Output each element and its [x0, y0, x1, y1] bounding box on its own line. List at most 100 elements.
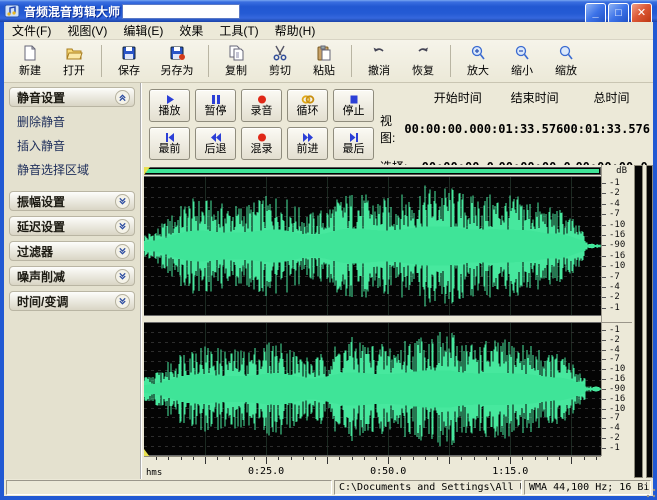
- db-tick: -10: [602, 365, 632, 374]
- stop-label: 停止: [343, 105, 365, 117]
- pause-button[interactable]: 暂停: [195, 89, 236, 122]
- undo-icon: [370, 45, 388, 61]
- menu-edit[interactable]: 编辑(E): [115, 21, 171, 40]
- panel-title: 振幅设置: [17, 193, 115, 210]
- sidebar-item-delete-silence[interactable]: 删除静音: [17, 113, 133, 130]
- stop-button[interactable]: 停止: [333, 89, 374, 122]
- record-button[interactable]: 录音: [241, 89, 282, 122]
- db-tick: -2: [602, 434, 632, 443]
- panel-amplitude-header[interactable]: 振幅设置: [9, 191, 135, 211]
- db-scale: dB -1-2-4-7-10-16-90-16-10-7-4-2-1 -1-2-…: [601, 165, 631, 456]
- redo-label: 恢复: [412, 62, 434, 78]
- open-button[interactable]: 打开: [52, 42, 96, 80]
- panel-noise-reduction-header[interactable]: 噪声削减: [9, 266, 135, 286]
- resize-grip[interactable]: [645, 487, 657, 499]
- db-tick: -7: [602, 414, 632, 423]
- rewind-button[interactable]: 后退: [195, 127, 236, 160]
- zoom-in-button[interactable]: 放大: [456, 42, 500, 80]
- record-icon: [255, 94, 269, 105]
- db-tick: -1: [602, 304, 632, 313]
- go-to-start-label: 最前: [159, 143, 181, 155]
- title-bar: 音频混音剪辑大师 _ □ ✕: [0, 0, 657, 22]
- window-border-right: [653, 22, 657, 496]
- mix-record-button[interactable]: 混录: [241, 127, 282, 160]
- chevron-down-icon[interactable]: [115, 194, 130, 209]
- save-as-button[interactable]: 另存为: [151, 42, 203, 80]
- waveform-channel-right[interactable]: [144, 322, 601, 456]
- play-button[interactable]: 播放: [149, 89, 190, 122]
- redo-icon: [414, 45, 432, 61]
- paste-button[interactable]: 粘贴: [302, 42, 346, 80]
- menu-tools[interactable]: 工具(T): [211, 21, 266, 40]
- menu-view[interactable]: 视图(V): [59, 21, 115, 40]
- maximize-button[interactable]: □: [608, 3, 629, 24]
- sidebar-item-silence-selection[interactable]: 静音选择区域: [17, 161, 133, 178]
- menu-effects[interactable]: 效果: [171, 21, 211, 40]
- redo-button[interactable]: 恢复: [401, 42, 445, 80]
- close-button[interactable]: ✕: [631, 3, 652, 24]
- chevron-down-icon[interactable]: [115, 244, 130, 259]
- db-tick: -1: [602, 326, 632, 335]
- new-button[interactable]: 新建: [8, 42, 52, 80]
- toolbar: 新建 打开 保存 另存为 复制 剪切 粘贴 撤消: [4, 40, 653, 83]
- panel-title: 静音设置: [17, 89, 115, 106]
- sidebar-item-insert-silence[interactable]: 插入静音: [17, 137, 133, 154]
- undo-button[interactable]: 撤消: [357, 42, 401, 80]
- time-ruler[interactable]: hms 0:25.00:50.01:15.0: [144, 456, 601, 478]
- toolbar-separator: [351, 45, 352, 77]
- db-tick: -16: [602, 395, 632, 404]
- status-bar: C:\Documents and Settings\All Users\Docu…: [4, 479, 653, 496]
- panel-noise-reduction: 噪声削减: [9, 266, 135, 286]
- copy-label: 复制: [225, 62, 247, 78]
- panel-silence: 静音设置 删除静音 插入静音 静音选择区域: [9, 87, 135, 186]
- transport-controls: 播放 暂停 录音 循环: [149, 89, 377, 165]
- cut-label: 剪切: [269, 62, 291, 78]
- db-tick: -4: [602, 283, 632, 292]
- main-area: 静音设置 删除静音 插入静音 静音选择区域 振幅设置: [4, 83, 653, 479]
- panel-silence-header[interactable]: 静音设置: [9, 87, 135, 107]
- selection-start-marker[interactable]: [144, 167, 150, 175]
- panel-time-pitch-header[interactable]: 时间/变调: [9, 291, 135, 311]
- chevron-down-icon[interactable]: [115, 269, 130, 284]
- db-tick: -16: [602, 252, 632, 261]
- chevron-up-icon[interactable]: [115, 90, 130, 105]
- zoom-out-icon: [513, 45, 531, 61]
- minimize-button[interactable]: _: [585, 3, 606, 24]
- pause-icon: [209, 94, 223, 105]
- overview-bar[interactable]: [144, 167, 601, 175]
- zoom-button[interactable]: 缩放: [544, 42, 588, 80]
- chevron-down-icon[interactable]: [115, 219, 130, 234]
- copy-button[interactable]: 复制: [214, 42, 258, 80]
- chevron-down-icon[interactable]: [115, 294, 130, 309]
- menu-file[interactable]: 文件(F): [4, 21, 59, 40]
- panel-filter-header[interactable]: 过滤器: [9, 241, 135, 261]
- save-label: 保存: [118, 62, 140, 78]
- save-button[interactable]: 保存: [107, 42, 151, 80]
- panel-delay: 延迟设置: [9, 216, 135, 236]
- db-tick: -4: [602, 200, 632, 209]
- zoom-out-button[interactable]: 缩小: [500, 42, 544, 80]
- window-border-bottom: [0, 496, 657, 500]
- app-window: 音频混音剪辑大师 _ □ ✕ 文件(F) 视图(V) 编辑(E) 效果 工具(T…: [0, 0, 657, 500]
- cut-button[interactable]: 剪切: [258, 42, 302, 80]
- view-start-time: 00:00:00.0: [404, 122, 476, 136]
- panel-delay-header[interactable]: 延迟设置: [9, 216, 135, 236]
- forward-button[interactable]: 前进: [287, 127, 328, 160]
- menu-help[interactable]: 帮助(H): [267, 21, 324, 40]
- content-area: 播放 暂停 录音 循环: [144, 83, 653, 479]
- waveform-channel-left[interactable]: [144, 176, 601, 316]
- fast-forward-icon: [301, 132, 315, 143]
- status-cell-empty: [6, 480, 332, 495]
- overview-fill: [146, 169, 599, 173]
- toolbar-separator: [450, 45, 451, 77]
- ruler-time-label: 0:25.0: [248, 466, 284, 477]
- go-to-end-button[interactable]: 最后: [333, 127, 374, 160]
- panel-title: 延迟设置: [17, 218, 115, 235]
- view-end-time: 00:01:33.576: [477, 122, 564, 136]
- loop-button[interactable]: 循环: [287, 89, 328, 122]
- forward-label: 前进: [297, 143, 319, 155]
- go-to-start-button[interactable]: 最前: [149, 127, 190, 160]
- new-label: 新建: [19, 62, 41, 78]
- waveform-area[interactable]: hms 0:25.00:50.01:15.0 dB -1-2-4-7-10-16…: [144, 165, 653, 478]
- go-to-end-label: 最后: [343, 143, 365, 155]
